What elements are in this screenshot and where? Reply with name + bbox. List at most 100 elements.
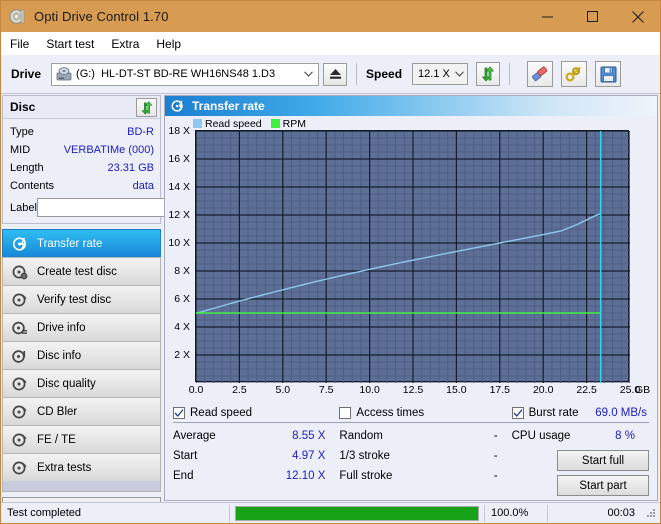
x-axis-tick: 10.0 <box>359 383 380 396</box>
sidebar-item-create-test-disc[interactable]: Create test disc <box>2 257 161 285</box>
disc-row-length: Length 23.31 GB <box>10 159 154 177</box>
progress-fill <box>236 506 478 520</box>
results-panel: Read speed Average 8.55 X Start 4.97 X E… <box>165 402 657 500</box>
disc-row-key: Length <box>10 162 44 174</box>
cd-bler-icon <box>12 404 28 420</box>
sidebar-item-label: Disc info <box>37 349 82 362</box>
disc-row-value: data <box>132 180 154 192</box>
stat-value: 8.55 X <box>292 430 326 442</box>
stat-value: 4.97 X <box>292 450 326 462</box>
resize-grip[interactable] <box>645 507 657 519</box>
burst-rate-value: 69.0 MB/s <box>595 407 647 419</box>
stat-value: - <box>493 450 498 462</box>
sidebar-item-label: FE / TE <box>37 433 76 446</box>
sidebar-item-fe-te[interactable]: FE / TE <box>2 425 161 453</box>
eject-button[interactable] <box>323 62 348 86</box>
transfer-rate-icon <box>12 236 28 252</box>
chevron-down-icon[interactable] <box>300 69 316 79</box>
x-axis-tick: 12.5 <box>402 383 424 396</box>
sidebar-item-disc-quality[interactable]: Disc quality <box>2 369 161 397</box>
x-axis-tick: 2.5 <box>232 383 247 396</box>
speed-label: Speed <box>366 67 403 81</box>
minimize-button[interactable] <box>525 1 570 32</box>
chevron-down-icon[interactable] <box>451 69 467 79</box>
stat-row-third-stroke: 1/3 stroke - <box>339 446 511 466</box>
disc-refresh-button[interactable] <box>136 98 157 117</box>
start-full-button[interactable]: Start full <box>557 450 649 471</box>
save-button[interactable] <box>595 61 622 87</box>
chart-y-axis: 2 X 4 X 6 X 8 X 10 X 12 X 14 X 16 X 18 X <box>165 125 193 382</box>
speed-select[interactable]: 12.1 X <box>412 63 469 85</box>
y-axis-tick: 8 X <box>174 264 190 277</box>
stat-key: 1/3 stroke <box>339 450 390 462</box>
sidebar-item-drive-info[interactable]: Drive info <box>2 313 161 341</box>
create-disc-icon <box>12 264 28 280</box>
access-times-header: Access times <box>339 406 512 423</box>
status-message: Test completed <box>7 507 81 519</box>
disc-rows: Type BD-R MID VERBATIMe (000) Length 23.… <box>3 119 241 223</box>
menu-bar: File Start test Extra Help <box>1 32 660 55</box>
chart-x-unit: GB <box>635 383 651 396</box>
menu-item-file[interactable]: File <box>10 35 38 53</box>
navigation-list: Transfer rate Create test disc Verify te… <box>2 229 161 492</box>
y-axis-tick: 16 X <box>168 152 190 165</box>
key-button[interactable] <box>561 61 588 87</box>
disc-label-row: Label <box>10 197 241 218</box>
status-bar: Test completed 100.0% 00:03 <box>1 502 660 523</box>
x-axis-tick: 17.5 <box>489 383 511 396</box>
title-bar: Opti Drive Control 1.70 <box>1 1 660 32</box>
burst-rate-header: Burst rate 69.0 MB/s <box>511 406 649 423</box>
drive-info-icon <box>12 320 28 336</box>
close-button[interactable] <box>615 1 660 32</box>
stat-row-cpu-usage: CPU usage 8 % <box>512 426 649 446</box>
drive-label: Drive <box>11 67 42 81</box>
y-axis-tick: 4 X <box>174 320 190 333</box>
x-axis-tick: 20.0 <box>532 383 554 396</box>
progress-bar <box>235 505 479 521</box>
chart-x-axis: 0.0 2.5 5.0 7.5 10.0 12.5 15.0 17.5 20.0 22.5 25.0 <box>189 383 641 398</box>
sidebar-item-transfer-rate[interactable]: Transfer rate <box>2 229 161 257</box>
access-times-checkbox[interactable] <box>339 407 352 419</box>
refresh-button[interactable] <box>476 62 501 86</box>
disc-row-value: VERBATIMe (000) <box>63 144 154 156</box>
y-axis-tick: 12 X <box>168 208 190 221</box>
elapsed-time: 00:03 <box>607 507 635 519</box>
progress-percent: 100.0% <box>491 507 529 519</box>
chart-plot-area <box>195 129 630 383</box>
window-controls <box>525 1 660 32</box>
sidebar-item-cd-bler[interactable]: CD Bler <box>2 397 161 425</box>
sidebar-filler <box>2 481 161 492</box>
disc-row-contents: Contents data <box>10 177 154 195</box>
read-speed-checkbox[interactable] <box>173 407 185 419</box>
start-part-button[interactable]: Start part <box>557 475 649 496</box>
maximize-button[interactable] <box>570 1 615 32</box>
toolbar-divider <box>356 63 358 85</box>
y-axis-tick: 10 X <box>168 236 190 249</box>
sidebar-item-label: Verify test disc <box>37 293 112 306</box>
drive-model: HL-DT-ST BD-RE WH16NS48 1.D3 <box>101 68 276 80</box>
burst-rate-checkbox[interactable] <box>511 407 524 419</box>
stat-key: CPU usage <box>511 430 571 442</box>
stat-key: Average <box>173 430 216 442</box>
disc-row-mid: MID VERBATIMe (000) <box>10 141 154 159</box>
x-axis-tick: 5.0 <box>275 383 291 396</box>
sidebar-item-extra-tests[interactable]: Extra tests <box>2 453 161 481</box>
page-title: Transfer rate <box>192 98 265 113</box>
stat-row-end: End 12.10 X <box>173 466 339 486</box>
sidebar-item-disc-info[interactable]: Disc info <box>2 341 161 369</box>
stat-key: Random <box>339 430 383 442</box>
erase-button[interactable] <box>527 61 554 87</box>
speed-value: 12.1 X <box>418 68 450 80</box>
drive-value: (G:) HL-DT-ST BD-RE WH16NS48 1.D3 <box>76 68 300 80</box>
verify-disc-icon <box>12 292 28 308</box>
sidebar-item-verify-test-disc[interactable]: Verify test disc <box>2 285 161 313</box>
access-times-label: Access times <box>356 407 425 419</box>
x-axis-tick: 22.5 <box>576 383 597 396</box>
menu-item-extra[interactable]: Extra <box>111 35 148 53</box>
status-divider <box>229 504 230 522</box>
menu-item-help[interactable]: Help <box>156 35 190 53</box>
drive-select[interactable]: (G:) HL-DT-ST BD-RE WH16NS48 1.D3 <box>51 62 320 86</box>
burst-rate-label: Burst rate <box>528 407 579 419</box>
results-columns: Read speed Average 8.55 X Start 4.97 X E… <box>173 406 649 496</box>
menu-item-start-test[interactable]: Start test <box>46 35 103 53</box>
